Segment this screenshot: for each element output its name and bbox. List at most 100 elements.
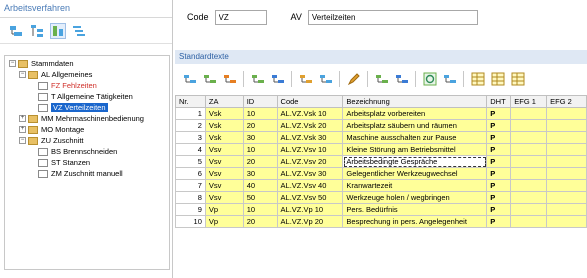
new-icon[interactable] [8, 23, 24, 39]
cell-code[interactable]: AL.VZ.Vp 10 [276, 203, 344, 216]
cell-nr[interactable]: 6 [175, 167, 206, 180]
table-row[interactable]: 2 Vsk 20 AL.VZ.Vsk 20 Arbeitsplatz säubern u… [175, 119, 587, 132]
col-dht[interactable]: DHT [486, 95, 512, 108]
tree-item[interactable]: ZM Zuschnitt manuell [5, 168, 169, 179]
col-efg1[interactable]: EFG 1 [510, 95, 548, 108]
cell-nr[interactable]: 10 [175, 215, 206, 228]
cell-dht[interactable]: P [486, 155, 512, 168]
cell-za[interactable]: Vp [204, 215, 244, 228]
cell-efg2[interactable] [546, 119, 587, 132]
table-row[interactable]: 1 Vsk 10 AL.VZ.Vsk 10 Arbeitsplatz vorbereit… [175, 107, 587, 120]
list-icon[interactable] [297, 70, 314, 87]
cell-nr[interactable]: 2 [175, 119, 206, 132]
table-row[interactable]: 9 Vp 10 AL.VZ.Vp 10 Pers. Bedürfnis P [175, 203, 587, 216]
cell-dht[interactable]: P [486, 203, 512, 216]
cell-efg1[interactable] [510, 107, 548, 120]
cell-code[interactable]: AL.VZ.Vsv 50 [276, 191, 344, 204]
cell-id[interactable]: 30 [242, 167, 278, 180]
cell-nr[interactable]: 5 [175, 155, 206, 168]
move-up-icon[interactable] [373, 70, 390, 87]
columns-icon[interactable] [441, 70, 458, 87]
insert-below-icon[interactable] [221, 70, 238, 87]
pencil-icon[interactable] [345, 70, 362, 87]
cell-bezeichnung[interactable]: Maschine ausschalten zur Pause [342, 131, 488, 144]
table-row[interactable]: 3 Vsk 30 AL.VZ.Vsk 30 Maschine ausschalten z… [175, 131, 587, 144]
tree-item[interactable]: FZ Fehlzeiten [5, 80, 169, 91]
expand-icon[interactable]: + [19, 126, 26, 133]
cell-bezeichnung[interactable]: Werkzeuge holen / wegbringen [342, 191, 488, 204]
table-row[interactable]: 7 Vsv 40 AL.VZ.Vsv 40 Kranwartezeit P [175, 179, 587, 192]
tree-item[interactable]: + MM Mehrmaschinenbedienung [5, 113, 169, 124]
cell-code[interactable]: AL.VZ.Vsk 20 [276, 119, 344, 132]
cell-dht[interactable]: P [486, 143, 512, 156]
cell-efg1[interactable] [510, 203, 548, 216]
cell-za[interactable]: Vsk [204, 107, 244, 120]
cell-dht[interactable]: P [486, 167, 512, 180]
cell-efg1[interactable] [510, 119, 548, 132]
cell-efg2[interactable] [546, 203, 587, 216]
cell-za[interactable]: Vsv [204, 143, 244, 156]
insert-above-icon[interactable] [201, 70, 218, 87]
cell-code[interactable]: AL.VZ.Vp 20 [276, 215, 344, 228]
col-id[interactable]: ID [242, 95, 278, 108]
cell-bezeichnung[interactable]: Arbeitsplatz säubern und räumen [342, 119, 488, 132]
cell-za[interactable]: Vsk [204, 119, 244, 132]
cell-id[interactable]: 40 [242, 179, 278, 192]
move-left-icon[interactable] [249, 70, 266, 87]
tree-item[interactable]: − AL Allgemeines [5, 69, 169, 80]
cell-efg2[interactable] [546, 191, 587, 204]
av-field[interactable] [307, 9, 478, 25]
cell-za[interactable]: Vp [204, 203, 244, 216]
cell-efg2[interactable] [546, 131, 587, 144]
col-efg2[interactable]: EFG 2 [546, 95, 587, 108]
table-row[interactable]: 8 Vsv 50 AL.VZ.Vsv 50 Werkzeuge holen / wegb… [175, 191, 587, 204]
cell-code[interactable]: AL.VZ.Vsv 20 [276, 155, 344, 168]
cell-efg1[interactable] [510, 143, 548, 156]
col-code[interactable]: Code [276, 95, 344, 108]
col-za[interactable]: ZA [204, 95, 244, 108]
cell-dht[interactable]: P [486, 131, 512, 144]
tree-item[interactable]: VZ Verteilzeiten [5, 102, 169, 113]
insert-row-icon[interactable] [181, 70, 198, 87]
list-alt-icon[interactable] [317, 70, 334, 87]
cell-code[interactable]: AL.VZ.Vsk 10 [276, 107, 344, 120]
cell-dht[interactable]: P [486, 191, 512, 204]
cell-efg1[interactable] [510, 131, 548, 144]
tree-item[interactable]: − ZU Zuschnitt [5, 135, 169, 146]
col-bezeichnung[interactable]: Bezeichnung [342, 95, 488, 108]
cell-efg1[interactable] [510, 167, 548, 180]
sort-icon[interactable] [50, 22, 66, 39]
cell-id[interactable]: 10 [242, 143, 278, 156]
tree-add-icon[interactable] [29, 23, 45, 39]
cell-code[interactable]: AL.VZ.Vsv 10 [276, 143, 344, 156]
cell-id[interactable]: 10 [242, 203, 278, 216]
cell-dht[interactable]: P [486, 107, 512, 120]
table-row[interactable]: 4 Vsv 10 AL.VZ.Vsv 10 Kleine Störung am Betr… [175, 143, 587, 156]
cell-code[interactable]: AL.VZ.Vsk 30 [276, 131, 344, 144]
cell-nr[interactable]: 9 [175, 203, 206, 216]
cell-efg2[interactable] [546, 143, 587, 156]
cell-efg1[interactable] [510, 155, 548, 168]
cell-efg2[interactable] [546, 215, 587, 228]
cell-za[interactable]: Vsk [204, 131, 244, 144]
cell-id[interactable]: 10 [242, 107, 278, 120]
cell-bezeichnung[interactable]: Besprechung in pers. Angelegenheit [342, 215, 488, 228]
tree-item[interactable]: T Allgemeine Tätigkeiten [5, 91, 169, 102]
cell-efg2[interactable] [546, 155, 587, 168]
expand-icon[interactable]: + [19, 115, 26, 122]
grid-alt-icon[interactable] [489, 70, 506, 87]
tree-item[interactable]: − Stammdaten [5, 58, 169, 69]
refresh-icon[interactable] [421, 70, 438, 87]
filter-icon[interactable] [71, 23, 87, 39]
col-nr[interactable]: Nr. [175, 95, 206, 108]
cell-za[interactable]: Vsv [204, 179, 244, 192]
collapse-icon[interactable]: − [19, 137, 26, 144]
cell-id[interactable]: 20 [242, 155, 278, 168]
cell-bezeichnung[interactable]: Gelegentlicher Werkzeugwechsel [342, 167, 488, 180]
cell-dht[interactable]: P [486, 215, 512, 228]
cell-code[interactable]: AL.VZ.Vsv 40 [276, 179, 344, 192]
grid-icon[interactable] [469, 70, 486, 87]
table-row[interactable]: 5 Vsv 20 AL.VZ.Vsv 20 Arbeitsbedingte Gesprä… [175, 155, 587, 168]
cell-efg2[interactable] [546, 179, 587, 192]
table-row[interactable]: 10 Vp 20 AL.VZ.Vp 20 Besprechung in pers. An… [175, 215, 587, 228]
